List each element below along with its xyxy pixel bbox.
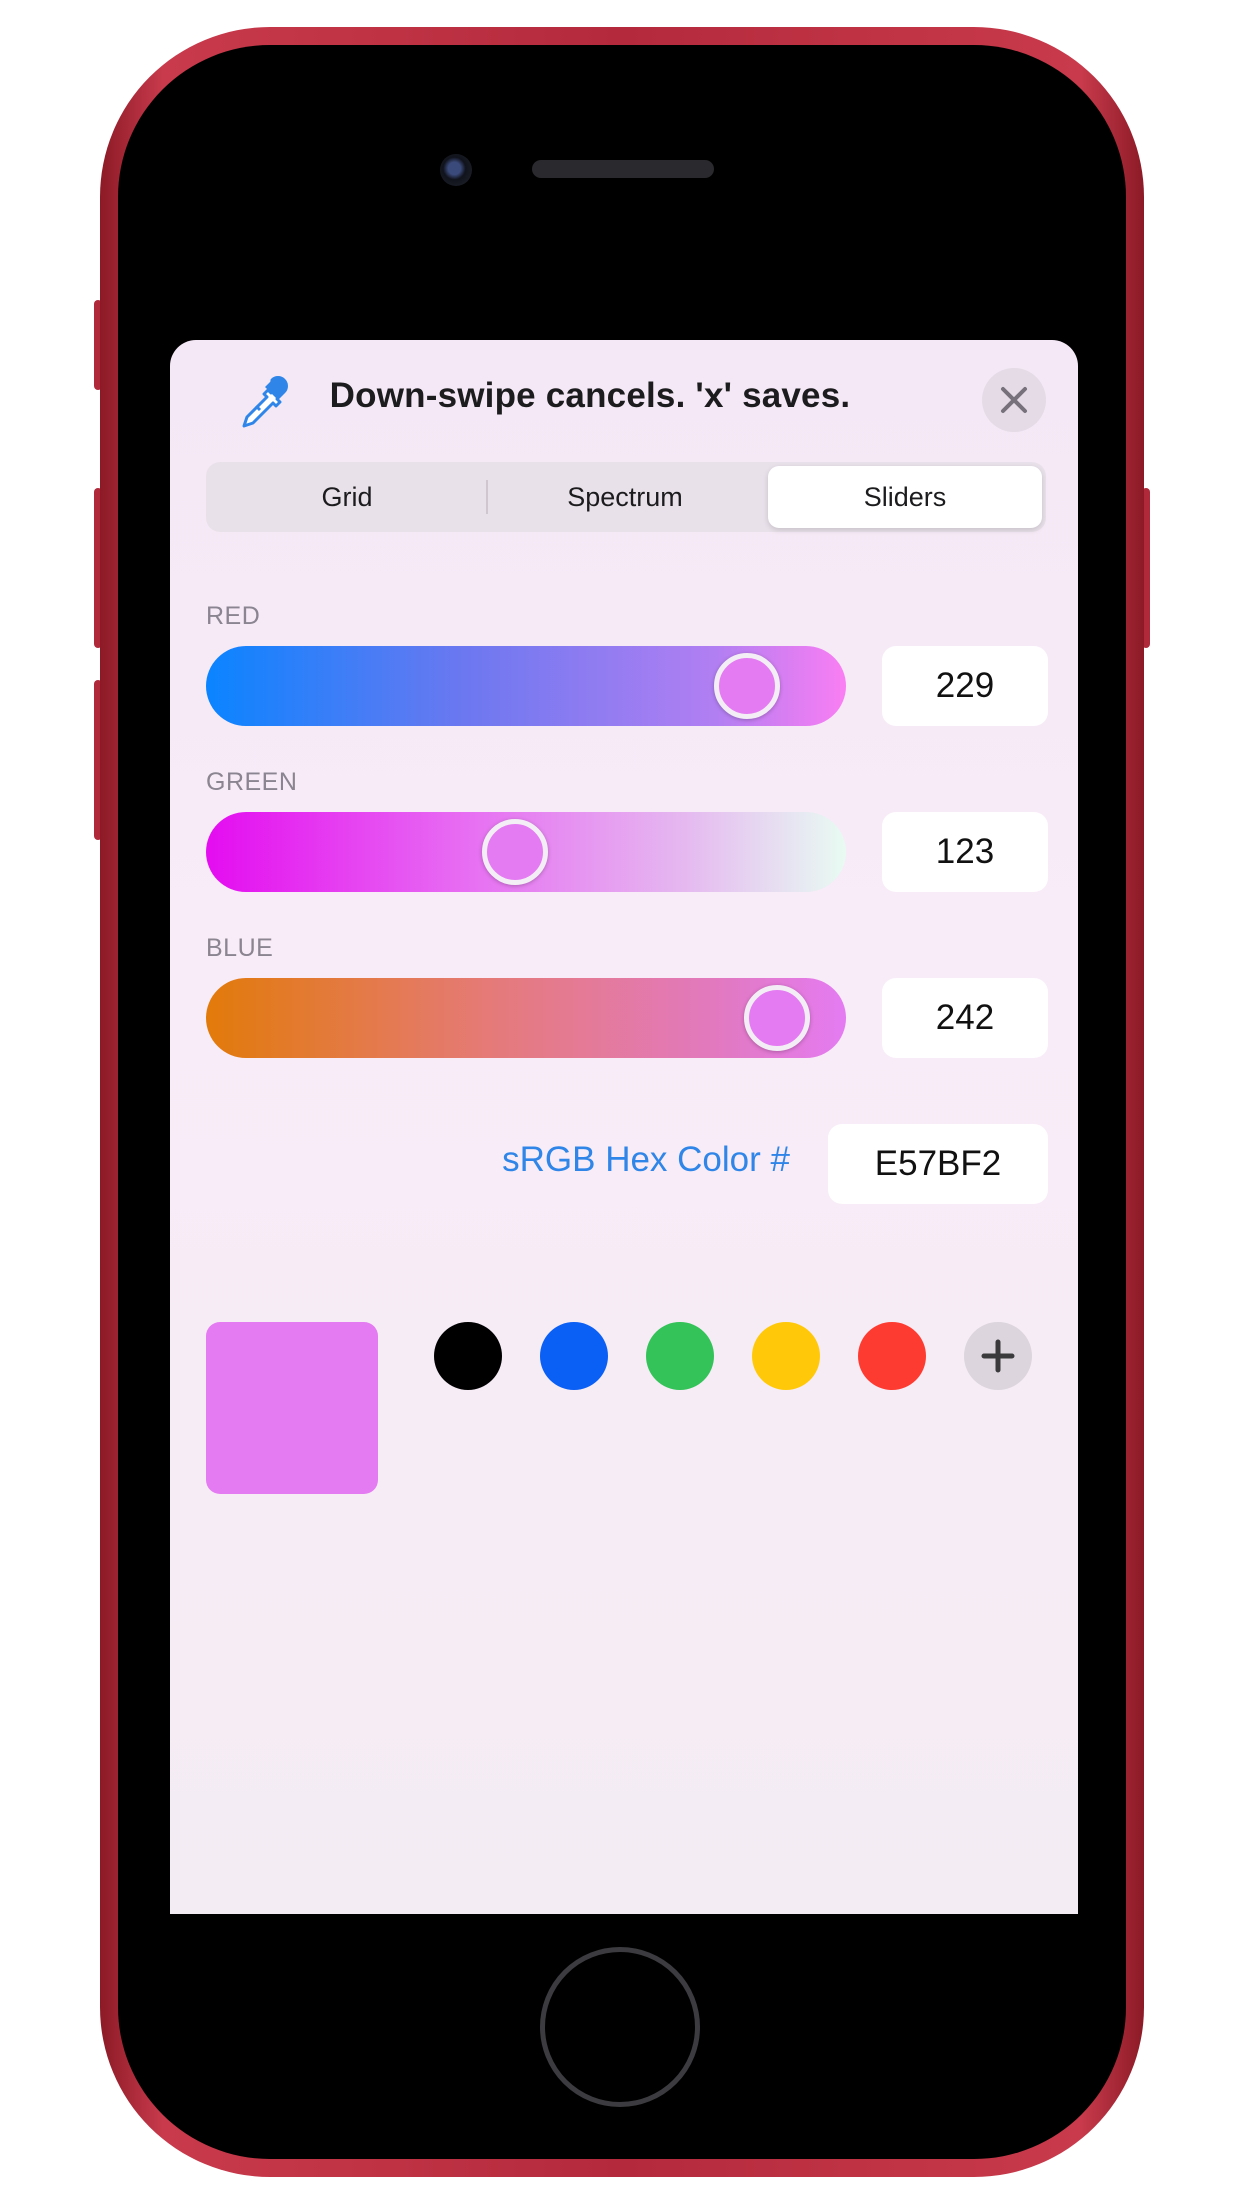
green-value-field[interactable]: 123 [882, 812, 1048, 892]
blue-slider-thumb[interactable] [744, 985, 810, 1051]
swatch-black[interactable] [434, 1322, 502, 1390]
blue-value-field[interactable]: 242 [882, 978, 1048, 1058]
red-label: RED [206, 602, 261, 630]
close-icon [1001, 387, 1027, 413]
green-label: GREEN [206, 768, 298, 796]
red-slider-thumb[interactable] [714, 653, 780, 719]
screen: Down-swipe cancels. 'x' saves. Grid Spec… [168, 294, 1080, 1914]
earpiece-speaker [532, 160, 714, 178]
blue-label: BLUE [206, 934, 274, 962]
eyedropper-icon[interactable] [234, 374, 290, 430]
swatch-blue[interactable] [540, 1322, 608, 1390]
tab-spectrum[interactable]: Spectrum [488, 466, 762, 528]
tab-sliders[interactable]: Sliders [768, 466, 1042, 528]
green-slider-thumb[interactable] [482, 819, 548, 885]
red-slider[interactable] [206, 646, 846, 726]
close-button[interactable] [982, 368, 1046, 432]
swatch-yellow[interactable] [752, 1322, 820, 1390]
swatch-green[interactable] [646, 1322, 714, 1390]
front-camera [440, 154, 472, 186]
add-swatch-button[interactable] [964, 1322, 1032, 1390]
plus-icon [981, 1339, 1015, 1373]
hex-color-field[interactable]: E57BF2 [828, 1124, 1048, 1204]
current-color-preview [206, 1322, 378, 1494]
red-value-field[interactable]: 229 [882, 646, 1048, 726]
home-button[interactable] [540, 1947, 700, 2107]
green-slider[interactable] [206, 812, 846, 892]
blue-slider[interactable] [206, 978, 846, 1058]
sheet-title: Down-swipe cancels. 'x' saves. [329, 376, 851, 415]
tab-grid[interactable]: Grid [210, 466, 484, 528]
color-picker-sheet: Down-swipe cancels. 'x' saves. Grid Spec… [170, 340, 1078, 1914]
swatch-red[interactable] [858, 1322, 926, 1390]
hex-color-label: sRGB Hex Color # [502, 1140, 790, 1179]
mode-segmented-control: Grid Spectrum Sliders [206, 462, 1046, 532]
